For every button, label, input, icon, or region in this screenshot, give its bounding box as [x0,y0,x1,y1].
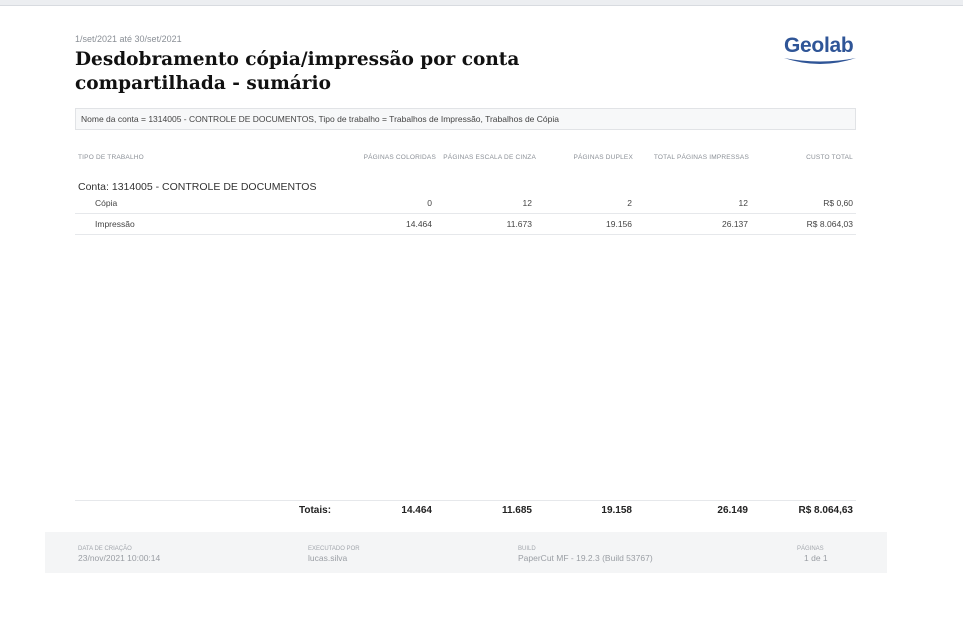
totals-color-pages: 14.464 [401,505,432,516]
row-total-cost: R$ 0,60 [823,198,853,208]
row-grayscale-pages: 11.673 [506,219,532,229]
logo-text: Geolab [784,34,854,57]
footer-executed-value: lucas.silva [308,553,348,563]
logo-swoosh-icon [784,58,856,64]
report-date-range: 1/set/2021 até 30/set/2021 [75,34,182,44]
header-grayscale-pages: PÁGINAS ESCALA DE CINZA [443,154,536,161]
row-job-type: Impressão [95,219,135,229]
footer-build-value: PaperCut MF - 19.2.3 (Build 53767) [518,553,653,563]
row-total-printed: 12 [738,198,748,208]
header-total-cost: CUSTO TOTAL [806,154,853,161]
row-duplex-pages: 19.156 [606,219,632,229]
footer-pages-label: PÁGINAS [797,546,824,552]
header-color-pages: PÁGINAS COLORIDAS [363,154,436,161]
totals-label: Totais: [299,505,332,516]
totals-row: Totais: 14.464 11.685 19.158 26.149 R$ 8… [75,500,856,521]
report-filter: Nome da conta = 1314005 - CONTROLE DE DO… [75,108,856,130]
row-total-cost: R$ 8.064,03 [806,219,853,229]
footer-created-label: DATA DE CRIAÇÃO [78,546,132,552]
row-color-pages: 0 [427,198,432,208]
browser-top-bar [0,0,963,6]
row-grayscale-pages: 12 [522,198,532,208]
report-title: Desdobramento cópia/impressão por conta … [75,49,520,94]
account-group-label: Conta: 1314005 - CONTROLE DE DOCUMENTOS [78,181,317,193]
header-total-printed: TOTAL PÁGINAS IMPRESSAS [653,154,749,161]
footer-executed-label: EXECUTADO POR [308,546,360,552]
totals-total-cost: R$ 8.064,63 [798,505,854,516]
totals-duplex-pages: 19.158 [601,505,632,516]
header-duplex-pages: PÁGINAS DUPLEX [573,154,633,161]
table-row: Cópia 0 12 2 12 R$ 0,60 [75,193,856,214]
row-color-pages: 14.464 [406,219,432,229]
row-job-type: Cópia [95,198,118,208]
header-job-type: TIPO DE TRABALHO [78,154,144,161]
totals-total-printed: 26.149 [717,505,748,516]
report-footer: DATA DE CRIAÇÃO 23/nov/2021 10:00:14 EXE… [45,532,887,573]
footer-build-label: BUILD [518,546,536,552]
row-duplex-pages: 2 [627,198,632,208]
company-logo: Geolab [782,34,858,70]
totals-grayscale-pages: 11.685 [501,505,532,516]
footer-created-value: 23/nov/2021 10:00:14 [78,553,161,563]
table-row: Impressão 14.464 11.673 19.156 26.137 R$… [75,214,856,235]
footer-pages-value: 1 de 1 [804,553,828,563]
row-total-printed: 26.137 [722,219,748,229]
